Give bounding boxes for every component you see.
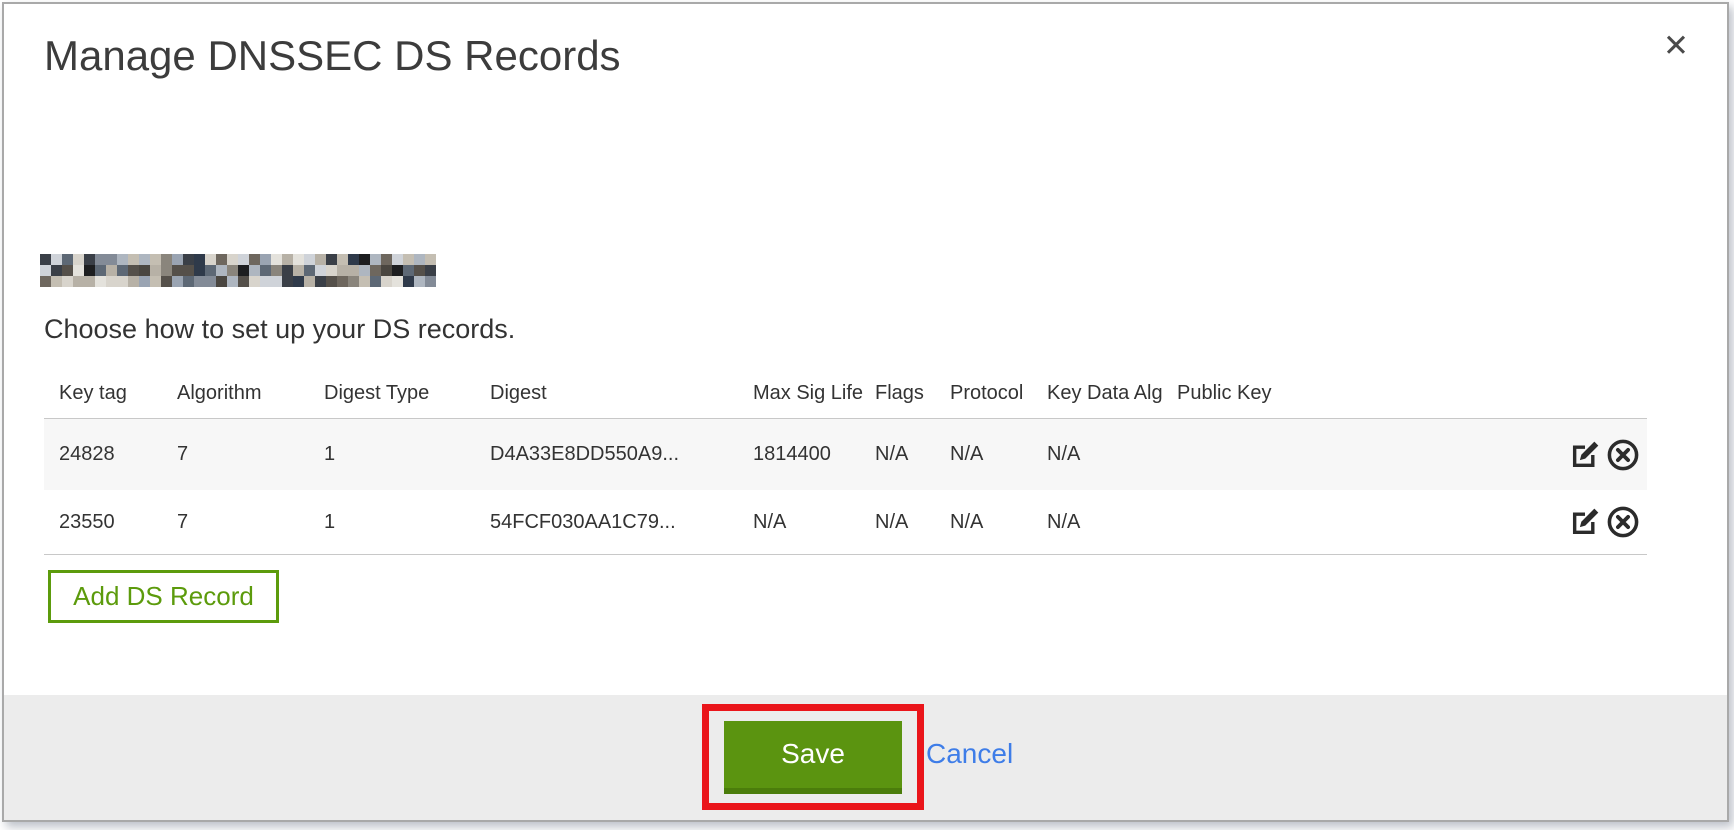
column-header-digest-type: Digest Type (324, 382, 490, 405)
cell-max-sig-life: 1814400 (753, 443, 875, 466)
cell-protocol: N/A (950, 443, 1047, 466)
cancel-link[interactable]: Cancel (926, 738, 1013, 770)
edit-icon (1568, 505, 1602, 539)
modal-title: Manage DNSSEC DS Records (44, 32, 621, 80)
edit-record-button[interactable] (1567, 437, 1603, 473)
redacted-domain-name (40, 254, 436, 287)
table-header-row: Key tag Algorithm Digest Type Digest Max… (44, 368, 1647, 418)
save-highlight-annotation: Save (702, 704, 924, 810)
column-header-max-sig-life: Max Sig Life (753, 382, 875, 405)
cell-algorithm: 7 (177, 443, 324, 466)
close-icon: ✕ (1663, 28, 1689, 64)
cell-key-data-alg: N/A (1047, 511, 1177, 534)
delete-icon (1606, 505, 1640, 539)
delete-record-button[interactable] (1605, 437, 1641, 473)
delete-record-button[interactable] (1605, 504, 1641, 540)
manage-dnssec-ds-records-modal: Manage DNSSEC DS Records ✕ Choose how to… (2, 2, 1729, 822)
row-actions (1547, 437, 1647, 473)
column-header-flags: Flags (875, 382, 950, 405)
delete-icon (1606, 438, 1640, 472)
cell-flags: N/A (875, 443, 950, 466)
column-header-key-tag: Key tag (44, 382, 177, 405)
column-header-algorithm: Algorithm (177, 382, 324, 405)
modal-footer: Save Cancel (4, 695, 1727, 820)
cell-digest: D4A33E8DD550A9... (490, 443, 753, 466)
cell-algorithm: 7 (177, 511, 324, 534)
table-row: 23550 7 1 54FCF030AA1C79... N/A N/A N/A … (44, 490, 1647, 554)
add-ds-record-button[interactable]: Add DS Record (48, 570, 279, 623)
cell-digest-type: 1 (324, 511, 490, 534)
row-actions (1547, 504, 1647, 540)
save-button[interactable]: Save (724, 721, 902, 794)
ds-records-table: Key tag Algorithm Digest Type Digest Max… (44, 368, 1647, 555)
cell-key-tag: 23550 (44, 511, 177, 534)
column-header-key-data-alg: Key Data Alg (1047, 382, 1177, 405)
table-row: 24828 7 1 D4A33E8DD550A9... 1814400 N/A … (44, 419, 1647, 490)
edit-record-button[interactable] (1567, 504, 1603, 540)
cell-key-data-alg: N/A (1047, 443, 1177, 466)
cell-key-tag: 24828 (44, 443, 177, 466)
column-header-protocol: Protocol (950, 382, 1047, 405)
cell-max-sig-life: N/A (753, 511, 875, 534)
cell-protocol: N/A (950, 511, 1047, 534)
edit-icon (1568, 438, 1602, 472)
close-button[interactable]: ✕ (1652, 22, 1700, 70)
column-header-digest: Digest (490, 382, 753, 405)
screen: Manage DNSSEC DS Records ✕ Choose how to… (0, 0, 1734, 830)
table-body: 24828 7 1 D4A33E8DD550A9... 1814400 N/A … (44, 418, 1647, 555)
cell-digest-type: 1 (324, 443, 490, 466)
column-header-public-key: Public Key (1177, 382, 1547, 405)
cell-digest: 54FCF030AA1C79... (490, 511, 753, 534)
instruction-text: Choose how to set up your DS records. (44, 314, 515, 345)
cell-flags: N/A (875, 511, 950, 534)
